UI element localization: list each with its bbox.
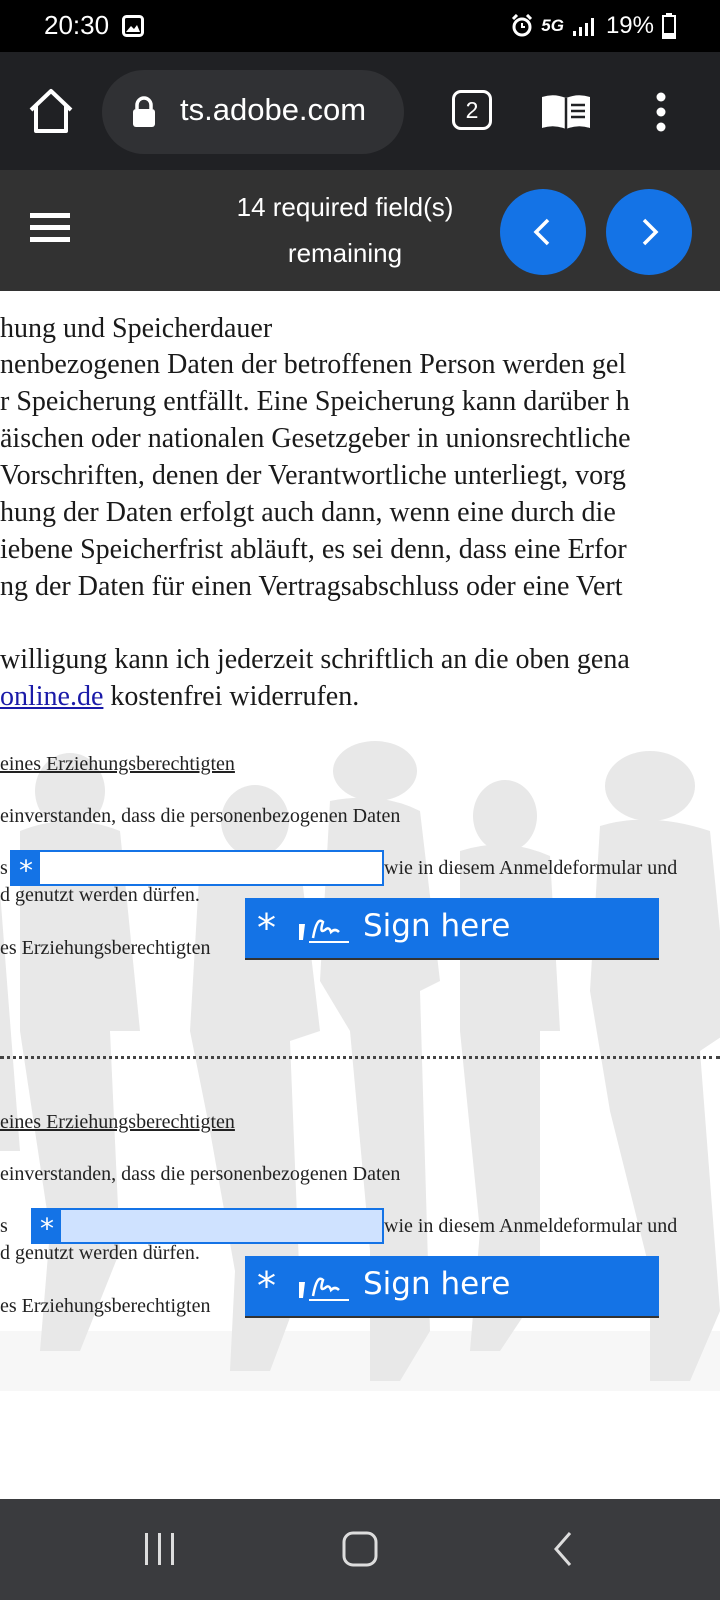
hamburger-icon[interactable]	[28, 210, 72, 246]
required-text-field[interactable]: *	[31, 1208, 384, 1245]
consent-line: willigung kann ich jederzeit schriftlich…	[0, 644, 630, 675]
status-time: 20:30	[44, 10, 110, 40]
system-navigation-bar	[0, 1499, 720, 1600]
usage-text: d genutzt werden dürfen.	[0, 1242, 200, 1264]
address-bar[interactable]: ts.adobe.com	[102, 70, 404, 154]
agree-text: einverstanden, dass die personenbezogene…	[0, 805, 401, 827]
previous-field-button[interactable]	[500, 189, 586, 275]
section-divider	[0, 1056, 720, 1059]
consent-line-2: online.de kostenfrei widerrufen.	[0, 681, 359, 713]
home-icon[interactable]	[26, 86, 76, 136]
status-bar: 20:30 5G 19%	[0, 0, 720, 52]
back-icon[interactable]	[548, 1529, 578, 1569]
url-text: ts.adobe.com	[180, 92, 367, 127]
next-field-button[interactable]	[606, 189, 692, 275]
usage-text: d genutzt werden dürfen.	[0, 884, 200, 906]
field-suffix: wie in diesem Anmeldeformular und	[384, 857, 678, 879]
agree-text: einverstanden, dass die personenbezogene…	[0, 1163, 401, 1185]
network-type: 5G	[541, 16, 564, 35]
paragraph-line: äischen oder nationalen Gesetzgeber in u…	[0, 423, 631, 454]
gallery-notification-icon	[122, 15, 144, 37]
battery-percent: 19%	[605, 12, 654, 39]
signal-icon	[572, 18, 594, 36]
paragraph-line: r Speicherung entfällt. Eine Speicherung…	[0, 386, 630, 417]
field-suffix: wie in diesem Anmeldeformular und	[384, 1215, 678, 1237]
chevron-right-icon	[642, 218, 659, 246]
remaining-line1: 14 required field(s)	[236, 192, 454, 222]
section-heading: hung und Speicherdauer	[0, 313, 273, 344]
sign-here-button[interactable]: * Sign here	[245, 1256, 659, 1318]
guardian-section-title: eines Erziehungsberechtigten	[0, 753, 235, 775]
required-marker: *	[257, 1264, 276, 1308]
field-prefix: s	[0, 857, 8, 879]
required-marker: *	[12, 852, 40, 887]
chevron-left-icon	[533, 218, 550, 246]
signature-icon	[299, 1277, 349, 1301]
remaining-line2: remaining	[287, 238, 403, 268]
tab-switcher-button[interactable]: 2	[452, 90, 492, 130]
sign-here-label: Sign here	[363, 1266, 511, 1302]
paragraph-line: ng der Daten für einen Vertragsabschluss…	[0, 571, 623, 602]
browser-toolbar: ts.adobe.com 2	[0, 52, 720, 170]
reader-mode-icon[interactable]	[540, 92, 592, 132]
signature-label: es Erziehungsberechtigten	[0, 937, 211, 959]
paragraph-line: nenbezogenen Daten der betroffenen Perso…	[0, 349, 627, 380]
required-marker: *	[33, 1210, 61, 1245]
email-link[interactable]: online.de	[0, 681, 103, 712]
required-marker: *	[257, 906, 276, 950]
lock-icon	[133, 96, 155, 127]
paragraph-line: iebene Speicherfrist abläuft, es sei den…	[0, 534, 627, 565]
field-prefix: s	[0, 1215, 8, 1237]
signature-icon	[299, 919, 349, 943]
required-fields-remaining: 14 required field(s) remaining	[200, 184, 490, 276]
sign-here-label: Sign here	[363, 908, 511, 944]
alarm-icon	[512, 14, 533, 37]
paragraph-line: Vorschriften, denen der Verantwortliche …	[0, 460, 626, 491]
home-nav-icon[interactable]	[340, 1529, 380, 1569]
consent-rest: kostenfrei widerrufen.	[103, 681, 360, 712]
status-indicators: 5G 19%	[511, 10, 676, 42]
document-page: hung und Speicherdauer nenbezogenen Date…	[0, 291, 720, 1499]
sign-here-button[interactable]: * Sign here	[245, 898, 659, 960]
more-vert-icon[interactable]	[650, 92, 672, 132]
paragraph-line: hung der Daten erfolgt auch dann, wenn e…	[0, 497, 616, 528]
required-text-field[interactable]: *	[10, 850, 384, 887]
recent-apps-icon[interactable]	[142, 1529, 178, 1569]
sign-toolbar: 14 required field(s) remaining	[0, 170, 720, 291]
battery-icon	[662, 13, 676, 39]
guardian-section-title: eines Erziehungsberechtigten	[0, 1111, 235, 1133]
signature-label: es Erziehungsberechtigten	[0, 1295, 211, 1317]
